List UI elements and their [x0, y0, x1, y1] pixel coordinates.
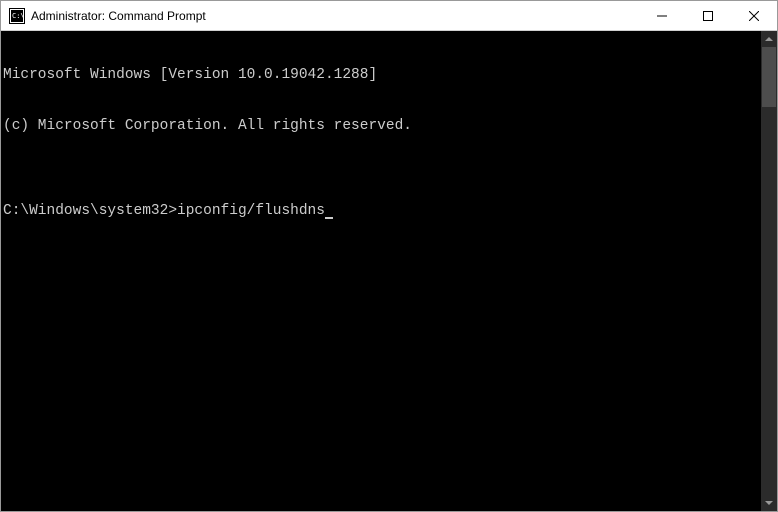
svg-text:C:\: C:\: [12, 12, 25, 20]
scroll-thumb[interactable]: [762, 47, 776, 107]
minimize-button[interactable]: [639, 1, 685, 30]
window-title: Administrator: Command Prompt: [31, 9, 639, 23]
prompt-line: C:\Windows\system32>ipconfig/flushdns: [3, 203, 761, 220]
output-line: (c) Microsoft Corporation. All rights re…: [3, 118, 761, 135]
terminal-output[interactable]: Microsoft Windows [Version 10.0.19042.12…: [1, 31, 761, 511]
window-controls: [639, 1, 777, 30]
command-input[interactable]: ipconfig/flushdns: [177, 203, 325, 220]
close-button[interactable]: [731, 1, 777, 30]
titlebar: C:\ Administrator: Command Prompt: [1, 1, 777, 31]
maximize-button[interactable]: [685, 1, 731, 30]
output-line: Microsoft Windows [Version 10.0.19042.12…: [3, 67, 761, 84]
scroll-up-arrow-icon[interactable]: [761, 31, 777, 47]
prompt: C:\Windows\system32>: [3, 203, 177, 220]
cmd-icon: C:\: [9, 8, 25, 24]
cursor: [325, 217, 333, 219]
vertical-scrollbar[interactable]: [761, 31, 777, 511]
scroll-down-arrow-icon[interactable]: [761, 495, 777, 511]
terminal-area[interactable]: Microsoft Windows [Version 10.0.19042.12…: [1, 31, 777, 511]
